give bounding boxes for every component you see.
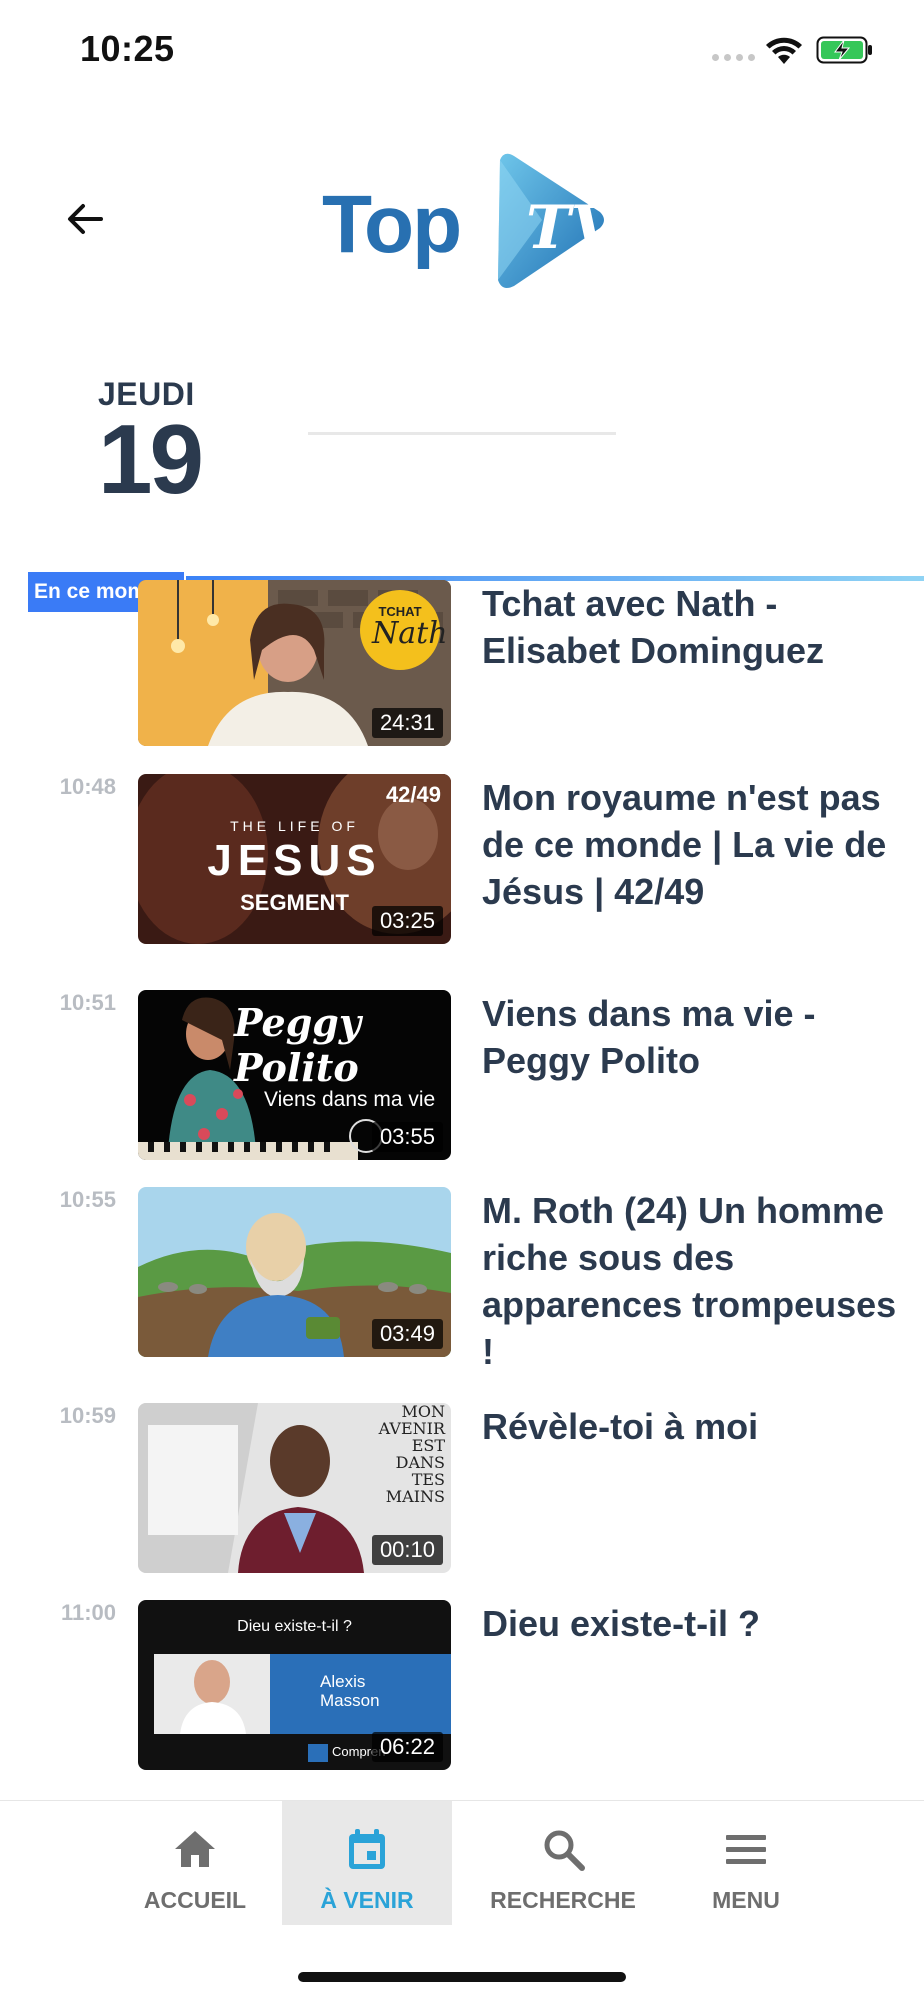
logo-text: Top xyxy=(322,179,462,270)
broadcast-time: 10:51 xyxy=(59,990,116,1015)
thumb-text: MON AVENIR EST DANS TES MAINS xyxy=(378,1403,445,1506)
episode-number: 42/49 xyxy=(385,782,441,807)
date-header: JEUDI 19 xyxy=(98,376,204,514)
thumb-text: JESUS xyxy=(207,836,382,885)
broadcast-time: 11:00 xyxy=(60,1600,116,1625)
video-thumbnail[interactable]: 03:49 xyxy=(138,1187,451,1357)
date-number: 19 xyxy=(98,404,204,514)
status-bar: 10:25 xyxy=(0,0,924,100)
video-title[interactable]: Tchat avec Nath - Elisabet Dominguez xyxy=(482,580,902,674)
video-title[interactable]: M. Roth (24) Un homme riche sous des app… xyxy=(482,1187,902,1375)
arrow-left-icon xyxy=(68,204,103,234)
cellular-signal-icon xyxy=(712,54,755,61)
video-duration: 24:31 xyxy=(371,708,443,738)
video-duration: 00:10 xyxy=(371,1535,443,1565)
broadcast-time: 10:55 xyxy=(59,1187,116,1212)
broadcast-time: 10:48 xyxy=(59,774,116,799)
thumb-text: Viens dans ma vie xyxy=(264,1088,436,1111)
back-button[interactable] xyxy=(60,194,110,244)
status-time: 10:25 xyxy=(80,28,175,69)
video-thumbnail[interactable]: MON AVENIR EST DANS TES MAINS 00:10 xyxy=(138,1403,451,1573)
menu-icon xyxy=(726,1835,766,1864)
home-icon xyxy=(175,1831,215,1867)
video-duration: 03:25 xyxy=(371,906,443,936)
nav-menu[interactable]: MENU xyxy=(686,1801,806,1925)
nav-label: À VENIR xyxy=(320,1887,414,1913)
nav-label: RECHERCHE xyxy=(490,1887,636,1913)
video-title[interactable]: Viens dans ma vie - Peggy Polito xyxy=(482,990,902,1084)
video-duration: 06:22 xyxy=(371,1732,443,1762)
nav-a-venir[interactable]: À VENIR xyxy=(282,1801,452,1925)
date-divider xyxy=(308,432,616,435)
wifi-icon xyxy=(766,37,802,64)
nav-recherche[interactable]: RECHERCHE xyxy=(476,1801,650,1925)
video-title[interactable]: Dieu existe-t-il ? xyxy=(482,1600,902,1647)
thumb-text: Peggy Polito xyxy=(234,1000,361,1090)
video-title[interactable]: Révèle-toi à moi xyxy=(482,1403,902,1450)
video-thumbnail[interactable]: Peggy Polito Viens dans ma vie 03:55 xyxy=(138,990,451,1160)
nav-label: ACCUEIL xyxy=(143,1887,247,1913)
calendar-icon xyxy=(349,1829,385,1869)
video-duration: 03:49 xyxy=(371,1319,443,1349)
thumb-text: Nath xyxy=(372,616,448,651)
video-thumbnail[interactable]: Dieu existe-t-il ? Alexis Masson Compren… xyxy=(138,1600,451,1770)
home-indicator xyxy=(298,1972,626,1982)
video-thumbnail[interactable]: TCHAT Nath 24:31 xyxy=(138,580,451,746)
search-icon xyxy=(544,1830,585,1871)
thumb-text: Dieu existe-t-il ? xyxy=(237,1618,352,1635)
broadcast-time: 10:59 xyxy=(59,1403,116,1428)
thumb-text: Alexis Masson xyxy=(320,1672,380,1710)
nav-label: MENU xyxy=(712,1887,780,1913)
video-thumbnail[interactable]: 42/49 THE LIFE OF JESUS SEGMENT 03:25 xyxy=(138,774,451,944)
thumb-text: THE LIFE OF xyxy=(230,818,359,834)
logo-tv-mark: TV xyxy=(526,193,608,263)
toptv-logo: Top TV xyxy=(322,148,608,298)
video-title[interactable]: Mon royaume n'est pas de ce monde | La v… xyxy=(482,774,902,915)
bottom-navigation: ACCUEIL À VENIR RECHERCHE MENU xyxy=(0,1800,924,2000)
nav-accueil[interactable]: ACCUEIL xyxy=(130,1801,260,1925)
battery-charging-icon xyxy=(816,36,872,64)
play-logo-icon: TV xyxy=(498,153,608,288)
video-duration: 03:55 xyxy=(371,1122,443,1152)
